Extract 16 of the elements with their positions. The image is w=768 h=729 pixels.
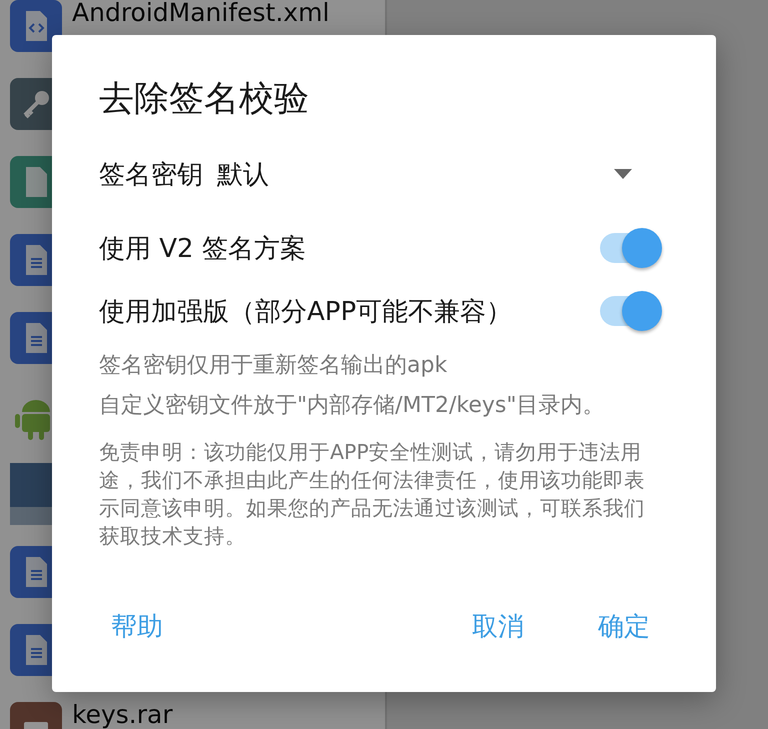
dialog-button[interactable]: 确定: [586, 601, 662, 652]
dialog-title: 去除签名校验: [99, 78, 310, 121]
toggle-switch[interactable]: [600, 290, 662, 332]
file-name[interactable]: AndroidManifest.xml: [72, 0, 330, 26]
file-name[interactable]: keys.rar: [72, 700, 173, 728]
switch-label: 使用 V2 签名方案: [99, 232, 306, 266]
dialog-button[interactable]: 取消: [460, 601, 536, 652]
note-text: 自定义密钥文件放于"内部存储/MT2/keys"目录内。: [99, 392, 606, 420]
toggle-switch[interactable]: [600, 227, 662, 269]
help-button[interactable]: 帮助: [99, 601, 175, 652]
dropdown-caret-icon: [614, 169, 632, 179]
disclaimer-text: 免责申明：该功能仅用于APP安全性测试，请勿用于违法用途，我们不承担由此产生的任何法律责任，使用该功能即表示同意该申明。如果您的产品无法通过该测试，可联系我们获取技术支持。: [99, 439, 646, 550]
key-label: 签名密钥: [99, 158, 203, 192]
note-text: 签名密钥仅用于重新签名输出的apk: [99, 352, 448, 380]
key-select[interactable]: 默认: [217, 156, 662, 192]
switch-label: 使用加强版（部分APP可能不兼容）: [99, 296, 512, 328]
